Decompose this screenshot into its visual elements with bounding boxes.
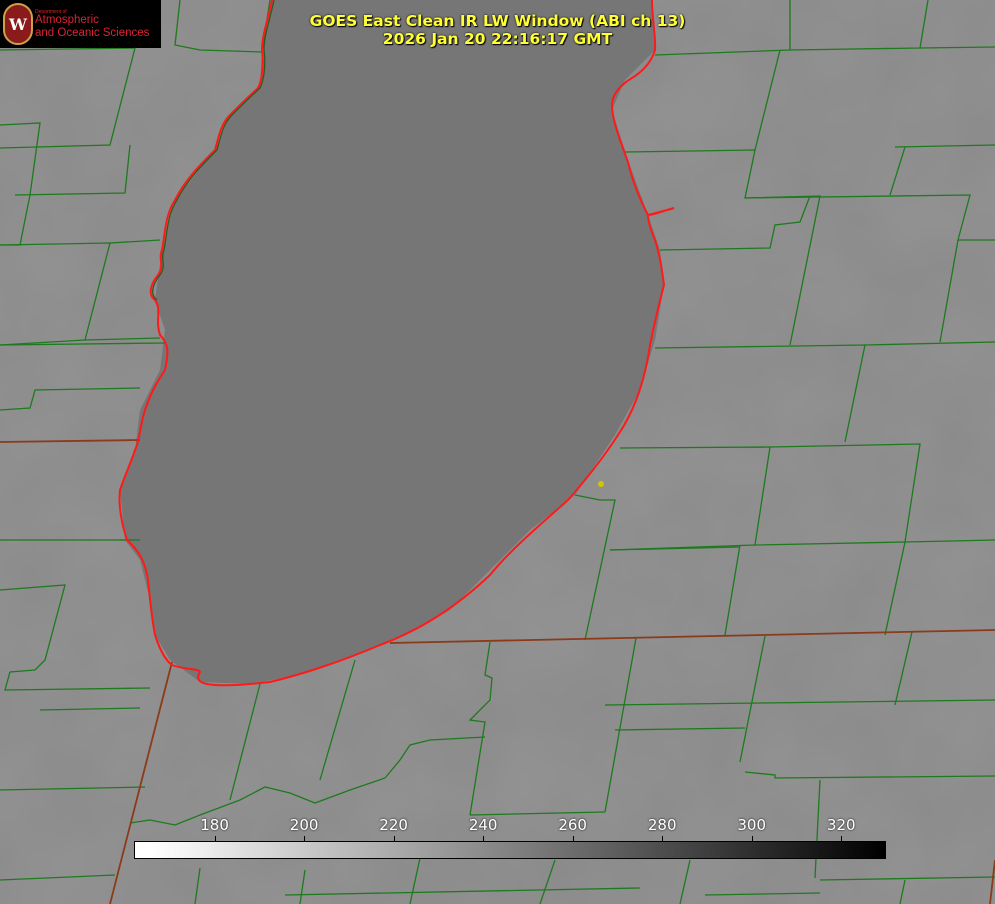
colorbar-tick-mark bbox=[214, 836, 216, 841]
colorbar-tick-mark bbox=[304, 836, 306, 841]
colorbar-tick-label: 180 bbox=[200, 816, 229, 834]
colorbar-tick-mark bbox=[662, 836, 664, 841]
colorbar-tick-label: 320 bbox=[826, 816, 856, 834]
city-dot-icon bbox=[598, 481, 604, 487]
colorbar-tick-label: 300 bbox=[737, 816, 767, 834]
colorbar-tick-label: 240 bbox=[468, 816, 498, 834]
colorbar-tick-mark bbox=[841, 836, 843, 841]
colorbar-tick-label: 220 bbox=[379, 816, 408, 834]
satellite-image-map bbox=[0, 0, 995, 904]
colorbar-tick-mark bbox=[393, 836, 395, 841]
colorbar-gradient bbox=[134, 841, 886, 859]
colorbar-tick-mark bbox=[572, 836, 574, 841]
colorbar-tick-label: 280 bbox=[647, 816, 677, 834]
image-title: GOES East Clean IR LW Window (ABI ch 13) bbox=[309, 12, 686, 30]
colorbar-tick-label: 200 bbox=[289, 816, 319, 834]
colorbar-tick-label: 260 bbox=[558, 816, 587, 834]
image-timestamp: 2026 Jan 20 22:16:17 GMT bbox=[382, 30, 613, 48]
colorbar-tick-mark bbox=[483, 836, 485, 841]
colorbar-tick-mark bbox=[751, 836, 753, 841]
